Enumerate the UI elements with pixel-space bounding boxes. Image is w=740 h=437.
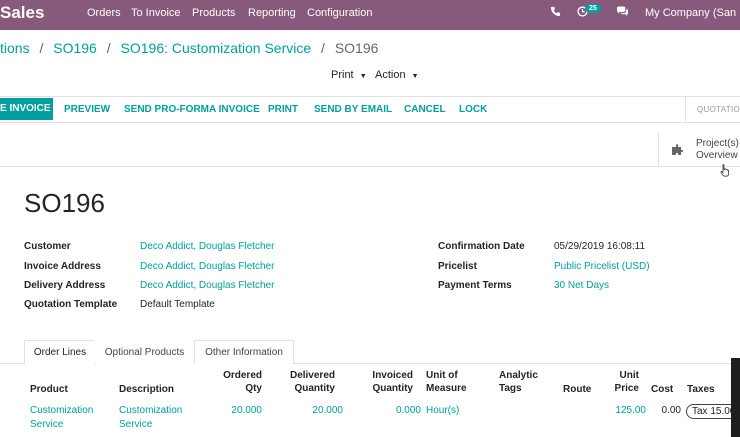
- hand-cursor-icon: [720, 164, 730, 180]
- stage-quotation[interactable]: QUOTATION: [697, 105, 740, 114]
- menu-to-invoice[interactable]: To Invoice: [131, 7, 181, 19]
- confirmation-date-field[interactable]: 05/29/2019 16:08:11: [554, 241, 645, 252]
- breadcrumb-separator: /: [321, 40, 325, 56]
- row-cost[interactable]: 0.00: [656, 404, 681, 418]
- col-unit-price[interactable]: Unit Price: [606, 369, 639, 395]
- breadcrumb-current: SO196: [334, 40, 379, 56]
- caret-down-icon: ▼: [411, 73, 419, 80]
- col-uom-line1: Unit of: [426, 370, 458, 381]
- row-description-line1: Customization: [119, 405, 183, 416]
- action-dropdown[interactable]: Action ▼: [375, 69, 419, 81]
- preview-button[interactable]: PREVIEW: [64, 104, 110, 115]
- breadcrumb-item-quotations[interactable]: tions: [0, 40, 30, 56]
- project-overview-line1: Project(s): [696, 138, 739, 149]
- payment-terms-field[interactable]: 30 Net Days: [554, 280, 609, 291]
- col-uom-line2: Measure: [426, 383, 467, 394]
- col-analytic-tags[interactable]: Analytic Tags: [499, 369, 538, 395]
- pricelist-field[interactable]: Public Pricelist (USD): [554, 261, 650, 272]
- breadcrumb-separator: /: [39, 40, 44, 56]
- send-proforma-button[interactable]: SEND PRO-FORMA INVOICE: [124, 104, 260, 115]
- action-dropdown-label: Action: [375, 69, 406, 81]
- row-description-line2: Service: [119, 419, 153, 430]
- breadcrumb-separator: /: [106, 40, 111, 56]
- row-description[interactable]: Customization Service: [119, 404, 182, 432]
- menu-configuration[interactable]: Configuration: [307, 7, 372, 19]
- cancel-button[interactable]: CANCEL: [404, 104, 446, 115]
- col-invoiced-qty[interactable]: Invoiced Quantity: [367, 369, 413, 395]
- order-title: SO196: [24, 188, 105, 218]
- col-ordered-qty-line2: Qty: [245, 383, 262, 394]
- col-analytic-line1: Analytic: [499, 370, 538, 381]
- company-switcher[interactable]: My Company (San Fra: [645, 7, 740, 19]
- delivery-address-label: Delivery Address: [24, 280, 106, 291]
- chat-icon[interactable]: [616, 6, 629, 20]
- project-overview-button[interactable]: Project(s) Overview: [658, 132, 740, 166]
- quotation-template-label: Quotation Template: [24, 299, 118, 310]
- create-invoice-button[interactable]: E INVOICE: [0, 98, 53, 120]
- print-dropdown[interactable]: Print ▼: [331, 69, 367, 81]
- col-analytic-line2: Tags: [499, 383, 522, 394]
- project-overview-line2: Overview: [696, 150, 738, 161]
- activity-count-badge: 25: [585, 4, 601, 13]
- col-unit-of-measure[interactable]: Unit of Measure: [426, 369, 467, 395]
- invoice-address-field[interactable]: Deco Addict, Douglas Fletcher: [140, 261, 275, 272]
- row-product[interactable]: Customization Service: [30, 404, 93, 432]
- quotation-template-field[interactable]: Default Template: [140, 299, 215, 310]
- app-name[interactable]: Sales: [0, 3, 44, 23]
- row-unit-of-measure[interactable]: Hour(s): [426, 404, 459, 418]
- breadcrumb-item-so196[interactable]: SO196: [53, 40, 97, 56]
- col-taxes[interactable]: Taxes: [687, 383, 715, 396]
- puzzle-icon: [671, 141, 685, 155]
- print-button[interactable]: PRINT: [268, 104, 298, 115]
- menu-products[interactable]: Products: [192, 7, 235, 19]
- button-box: Project(s) Overview: [0, 132, 740, 167]
- lock-button[interactable]: LOCK: [459, 104, 487, 115]
- col-ordered-qty[interactable]: Ordered Qty: [218, 369, 262, 395]
- confirmation-date-label: Confirmation Date: [438, 241, 525, 252]
- tab-optional-products[interactable]: Optional Products: [94, 340, 195, 364]
- col-invoiced-qty-line2: Quantity: [372, 383, 413, 394]
- customer-label: Customer: [24, 241, 71, 252]
- col-description[interactable]: Description: [119, 383, 174, 396]
- col-price-line1: Unit: [619, 370, 639, 381]
- col-route[interactable]: Route: [563, 383, 591, 396]
- invoice-address-label: Invoice Address: [24, 261, 101, 272]
- payment-terms-label: Payment Terms: [438, 280, 512, 291]
- row-delivered-qty[interactable]: 20.000: [292, 404, 343, 418]
- print-dropdown-label: Print: [331, 69, 354, 81]
- col-invoiced-qty-line1: Invoiced: [372, 370, 413, 381]
- customer-field[interactable]: Deco Addict, Douglas Fletcher: [140, 241, 275, 252]
- col-delivered-qty-line2: Quantity: [294, 383, 335, 394]
- phone-icon[interactable]: [550, 6, 561, 20]
- col-cost[interactable]: Cost: [651, 383, 673, 396]
- row-unit-price[interactable]: 125.00: [606, 404, 646, 418]
- row-product-line1: Customization: [30, 405, 94, 416]
- breadcrumb-item-line[interactable]: SO196: Customization Service: [121, 40, 312, 56]
- col-ordered-qty-line1: Ordered: [223, 370, 262, 381]
- pricelist-label: Pricelist: [438, 261, 477, 272]
- caret-down-icon: ▼: [359, 73, 367, 80]
- breadcrumb: tions / SO196 / SO196: Customization Ser…: [0, 40, 378, 56]
- row-invoiced-qty[interactable]: 0.000: [375, 404, 421, 418]
- statusbar-divider: [685, 97, 686, 122]
- row-product-line2: Service: [30, 419, 64, 430]
- menu-orders[interactable]: Orders: [87, 7, 121, 19]
- tab-other-information[interactable]: Other Information: [194, 340, 294, 364]
- col-delivered-qty-line1: Delivered: [289, 370, 335, 381]
- col-price-line2: Price: [614, 383, 639, 394]
- delivery-address-field[interactable]: Deco Addict, Douglas Fletcher: [140, 280, 275, 291]
- send-by-email-button[interactable]: SEND BY EMAIL: [314, 104, 392, 115]
- tab-order-lines[interactable]: Order Lines: [24, 340, 96, 365]
- project-overview-label: Project(s) Overview: [696, 138, 739, 162]
- statusbar: E INVOICE PREVIEW SEND PRO-FORMA INVOICE…: [0, 96, 740, 123]
- col-product[interactable]: Product: [30, 383, 68, 396]
- menu-reporting[interactable]: Reporting: [248, 7, 296, 19]
- scrollbar-edge: [731, 358, 740, 437]
- col-delivered-qty[interactable]: Delivered Quantity: [287, 369, 335, 395]
- top-navbar: Sales Orders To Invoice Products Reporti…: [0, 0, 740, 30]
- row-ordered-qty[interactable]: 20.000: [212, 404, 262, 418]
